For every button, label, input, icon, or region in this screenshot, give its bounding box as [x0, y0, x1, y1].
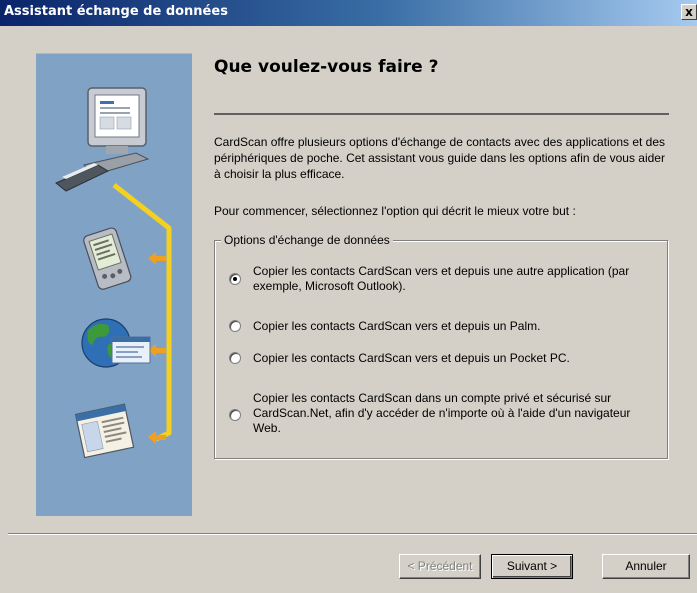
- cancel-button[interactable]: Annuler: [602, 554, 690, 579]
- arrow-globe-icon: [148, 344, 166, 357]
- prompt-text: Pour commencer, sélectionnez l'option qu…: [214, 204, 576, 218]
- title-bar[interactable]: Assistant échange de données x: [0, 0, 697, 26]
- side-illustration: [55, 87, 172, 459]
- option-palm[interactable]: Copier les contacts CardScan vers et dep…: [229, 319, 659, 335]
- close-button[interactable]: x: [681, 4, 697, 20]
- back-button[interactable]: < Précédent: [399, 554, 481, 579]
- connector-line: [112, 183, 172, 442]
- option-label[interactable]: Copier les contacts CardScan vers et dep…: [253, 351, 653, 366]
- window-title: Assistant échange de données: [4, 4, 228, 19]
- footer-divider: [8, 533, 697, 535]
- option-label[interactable]: Copier les contacts CardScan vers et dep…: [253, 319, 653, 334]
- wizard-window: Assistant échange de données x Que voule…: [0, 0, 697, 593]
- globe-web-icon: [81, 318, 151, 368]
- radio-palm[interactable]: [229, 320, 241, 332]
- option-other-application[interactable]: Copier les contacts CardScan vers et dep…: [229, 264, 659, 296]
- option-cardscan-net[interactable]: Copier les contacts CardScan dans un com…: [229, 391, 659, 437]
- option-label[interactable]: Copier les contacts CardScan vers et dep…: [253, 264, 653, 294]
- arrow-palm-icon: [148, 252, 166, 265]
- radio-pocket-pc[interactable]: [229, 352, 241, 364]
- computer-scanner-icon: [55, 87, 150, 192]
- option-pocket-pc[interactable]: Copier les contacts CardScan vers et dep…: [229, 351, 659, 367]
- page-heading: Que voulez-vous faire ?: [214, 57, 439, 77]
- radio-other-application[interactable]: [229, 273, 241, 285]
- palm-handheld-icon: [83, 227, 132, 290]
- option-label[interactable]: Copier les contacts CardScan dans un com…: [253, 391, 653, 436]
- group-label: Options d'échange de données: [221, 233, 393, 247]
- radio-cardscan-net[interactable]: [229, 409, 241, 421]
- next-button[interactable]: Suivant >: [491, 554, 573, 579]
- web-browser-window-icon: [74, 403, 135, 459]
- intro-text: CardScan offre plusieurs options d'échan…: [214, 135, 666, 181]
- heading-divider: [214, 113, 669, 115]
